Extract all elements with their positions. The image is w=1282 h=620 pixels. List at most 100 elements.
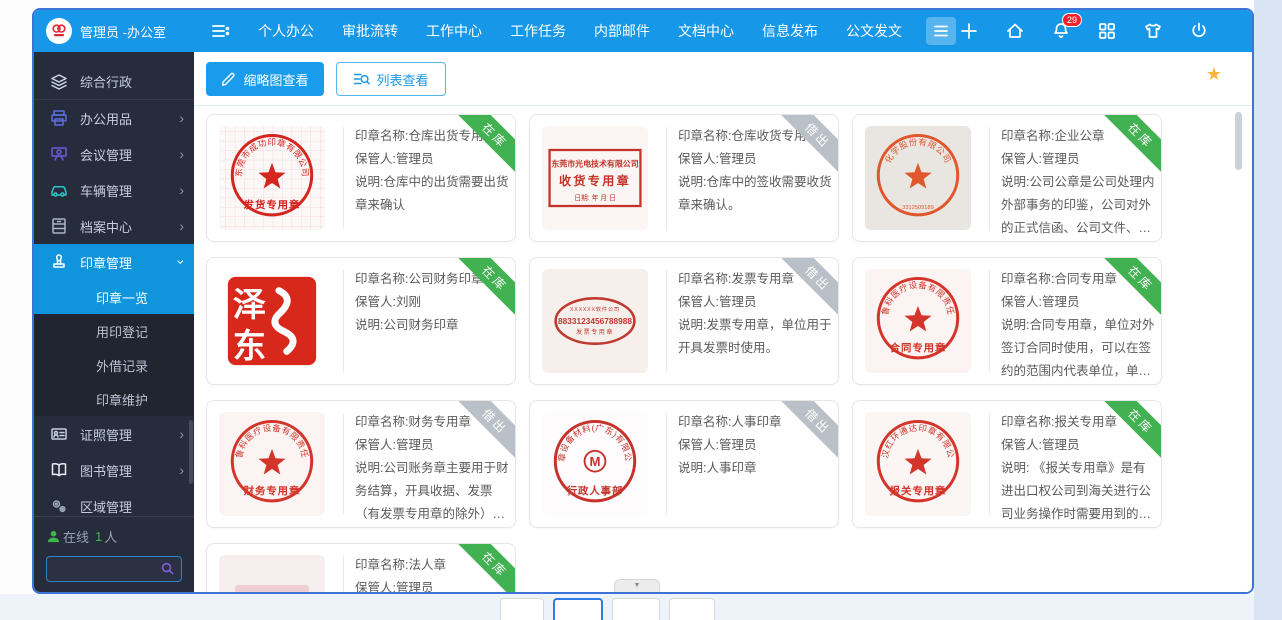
status-badge: 在库 [457, 115, 515, 173]
sidebar-subitem-10[interactable]: 印章维护 [34, 382, 194, 416]
svg-text:日期: 年 月 日: 日期: 年 月 日 [574, 193, 616, 202]
search-icon[interactable] [160, 561, 175, 581]
logo-area[interactable]: 管理员 -办公室 [34, 10, 194, 52]
page-button-stub[interactable] [669, 598, 715, 620]
nav-item-7[interactable]: 信息发布 [748, 10, 832, 52]
svg-text:报关专用章: 报关专用章 [890, 484, 947, 497]
plus-icon[interactable] [958, 20, 980, 42]
seal-description: 说明:仓库中的出货需要出货章来确认 [355, 171, 509, 217]
theme-icon[interactable] [1142, 20, 1164, 42]
sidebar-scrollbar-thumb[interactable] [189, 420, 193, 484]
stamp-icon [50, 253, 68, 271]
seal-card[interactable]: 东莞市成功印章有限公司发货专用章印章名称:仓库出货专用章保管人:管理员说明:仓库… [206, 114, 516, 242]
page-button-stub[interactable] [612, 598, 660, 620]
status-ribbon-wrap: 在库 [1103, 258, 1161, 316]
menu-toggle-icon[interactable] [210, 21, 230, 41]
card-divider [666, 270, 667, 372]
seal-stamp-image: 泽东 [219, 269, 325, 373]
list-view-button[interactable]: 列表查看 [336, 62, 446, 96]
sidebar-item-5[interactable]: 档案中心› [34, 208, 194, 244]
page: 管理员 -办公室 个人办公审批流转工作中心工作任务内部邮件文档中心信息发布公文发… [0, 0, 1282, 620]
chevron-right-icon: › [179, 426, 184, 442]
chevron-right-icon: › [179, 146, 184, 162]
svg-text:XXXXXX软件公司: XXXXXX软件公司 [570, 305, 620, 313]
book-icon [50, 461, 68, 479]
nav-item-3[interactable]: 工作中心 [412, 10, 496, 52]
chevron-right-icon: › [179, 218, 184, 234]
status-ribbon-wrap: 在库 [457, 115, 515, 173]
seal-card[interactable]: XXXXXX软件公司8833123456788988发票专用章印章名称:发票专用… [529, 257, 839, 385]
favorite-star-icon[interactable]: ★ [1206, 64, 1222, 85]
page-button-stub[interactable] [500, 598, 544, 620]
seal-stamp-image: 东莞市成功印章有限公司发货专用章 [219, 126, 325, 230]
sidebar-subitem-7[interactable]: 印章一览 [34, 280, 194, 314]
nav-more-icon[interactable] [926, 17, 956, 45]
seal-description: 说明:发票专用章，单位用于开具发票时使用。 [678, 314, 832, 360]
sidebar-search-input[interactable] [53, 558, 153, 580]
status-ribbon-wrap: 借出 [780, 401, 838, 459]
thumbnail-view-label: 缩略图查看 [243, 70, 308, 89]
sidebar-item-2[interactable]: 办公用品› [34, 100, 194, 136]
card-divider [666, 413, 667, 515]
thumbnail-view-button[interactable]: 缩略图查看 [206, 62, 324, 96]
seal-card[interactable]: 贵州鲁科医疗设备有限责任公司财务专用章印章名称:财务专用章保管人:管理员说明:公… [206, 400, 516, 528]
sidebar-subitem-9[interactable]: 外借记录 [34, 348, 194, 382]
svg-text:东莞市光电技术有限公司: 东莞市光电技术有限公司 [551, 159, 638, 169]
card-divider [989, 127, 990, 229]
seal-card[interactable]: 武汉红环通达印章有限公司报关专用章印章名称:报关专用章保管人:管理员说明: 《报… [852, 400, 1162, 528]
apps-icon[interactable] [1096, 20, 1118, 42]
pagination [0, 598, 1254, 620]
nav-item-1[interactable]: 个人办公 [244, 10, 328, 52]
sidebar-item-label: 印章管理 [80, 253, 179, 272]
gears-icon [50, 497, 68, 515]
sidebar-item-3[interactable]: 会议管理› [34, 136, 194, 172]
content-scrollbar-thumb[interactable] [1235, 112, 1242, 170]
home-icon[interactable] [1004, 20, 1026, 42]
nav-item-6[interactable]: 文档中心 [664, 10, 748, 52]
card-divider [343, 270, 344, 372]
seal-card[interactable]: 泽东印章名称:公司财务印章保管人:刘刚说明:公司财务印章在库 [206, 257, 516, 385]
sidebar-bottom-panel: 在线 1 人 [34, 516, 194, 592]
sidebar-item-4[interactable]: 车辆管理› [34, 172, 194, 208]
chevron-right-icon: › [179, 462, 184, 478]
app-body: 综合行政办公用品›会议管理›车辆管理›档案中心›印章管理›印章一览用印登记外借记… [34, 52, 1252, 592]
bell-icon[interactable]: 29 [1050, 20, 1072, 42]
chevron-right-icon: › [179, 182, 184, 198]
page-button-stub-active[interactable] [553, 598, 603, 620]
seal-stamp-image: 印章设备材料(广东)有限公司M行政人事部 [542, 412, 648, 516]
status-ribbon-wrap: 在库 [457, 544, 515, 592]
status-badge: 在库 [1103, 258, 1161, 316]
sidebar-item-6[interactable]: 印章管理› [34, 244, 194, 280]
list-view-label: 列表查看 [376, 70, 428, 89]
seal-card[interactable]: 印章设备材料(广东)有限公司M行政人事部印章名称:人事印章保管人:管理员说明:人… [529, 400, 839, 528]
chevron-down-icon: › [174, 260, 190, 265]
sidebar-item-12[interactable]: 图书管理› [34, 452, 194, 488]
main-content: 缩略图查看 列表查看 ★ 东莞市成功印章有限公司发货专用章印章名称:仓库出货专用… [194, 52, 1252, 592]
toolbar-divider [194, 105, 1252, 106]
card-divider [343, 127, 344, 229]
sidebar-item-label: 档案中心 [80, 217, 179, 236]
status-ribbon-wrap: 在库 [1103, 401, 1161, 459]
sidebar-item-11[interactable]: 证照管理› [34, 416, 194, 452]
seal-stamp-image: 武汉红环通达印章有限公司报关专用章 [865, 412, 971, 516]
seal-description: 说明:公司账务章主要用于财务结算，开具收据、发票（有发票专用章的除外）给对方、银… [355, 457, 509, 526]
archive-icon [50, 217, 68, 235]
sidebar-subitem-8[interactable]: 用印登记 [34, 314, 194, 348]
card-divider [343, 556, 344, 592]
seal-card[interactable]: 贵州鲁科医疗设备有限责任公司合同专用章印章名称:合同专用章保管人:管理员说明:合… [852, 257, 1162, 385]
collapse-panel-button[interactable]: ▼ [614, 579, 660, 592]
seal-card[interactable]: 印章名称:法人章保管人:管理员在库 [206, 543, 516, 592]
seal-card[interactable]: 化学股份有限公司3312509189印章名称:企业公章保管人:管理员说明:公司公… [852, 114, 1162, 242]
seal-stamp-image: 贵州鲁科医疗设备有限责任公司财务专用章 [219, 412, 325, 516]
nav-item-5[interactable]: 内部邮件 [580, 10, 664, 52]
power-icon[interactable] [1188, 20, 1210, 42]
nav-item-8[interactable]: 公文发文 [832, 10, 916, 52]
sidebar-item-1[interactable]: 综合行政 [34, 64, 194, 100]
nav-item-4[interactable]: 工作任务 [496, 10, 580, 52]
nav-item-2[interactable]: 审批流转 [328, 10, 412, 52]
seal-card[interactable]: 东莞市光电技术有限公司收货专用章日期: 年 月 日印章名称:仓库收货专用章保管人… [529, 114, 839, 242]
status-badge: 借出 [780, 258, 838, 316]
chevron-right-icon: › [179, 110, 184, 126]
idcard-icon [50, 425, 68, 443]
svg-text:发货专用章: 发货专用章 [243, 198, 301, 211]
